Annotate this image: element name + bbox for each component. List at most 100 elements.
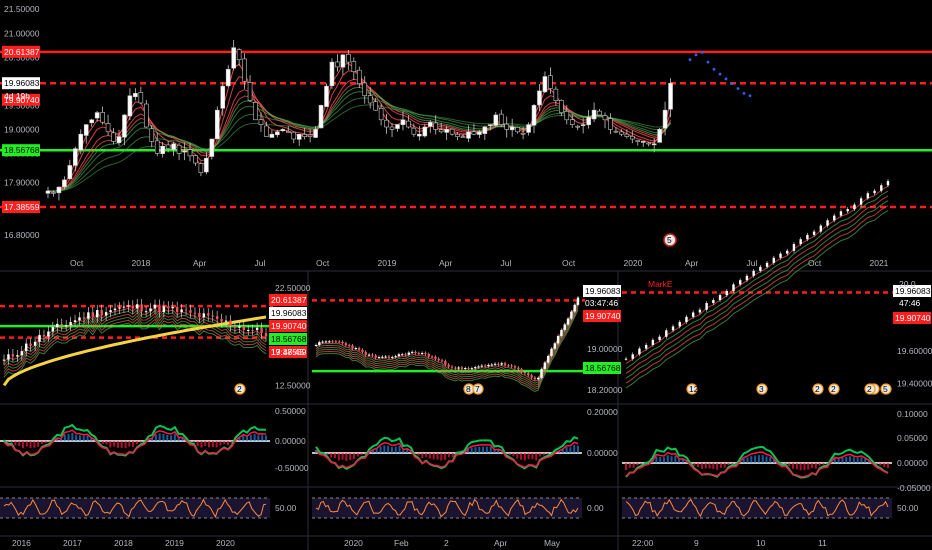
candle-body [187,149,193,157]
candle-body [559,99,564,113]
candle-body [7,354,10,360]
chart-canvas[interactable]: 21.5000021.0000020.5000019.5000019.00000… [0,0,932,550]
candle-body [247,329,250,331]
macd-histogram-bar [849,456,852,463]
candle-body [497,363,500,365]
macd-histogram-bar [333,453,336,458]
countdown-label: 03:47:46 [585,298,618,308]
x-tick-label: 2017 [63,538,82,548]
candle-body [404,354,407,356]
macd-histogram-bar [196,441,199,447]
candle-body [341,341,344,344]
candle-body [560,329,563,337]
macd-histogram-bar [731,463,734,465]
y-tick-label: 19.60000 [897,346,932,356]
macd-histogram-bar [109,441,112,448]
x-tick-label: Apr [193,258,206,268]
candle-body [438,129,444,133]
candle-body [455,133,460,137]
candle-body [335,61,340,68]
candle-body [488,124,493,126]
candle-body [334,341,338,343]
x-tick-label: 2018 [132,258,151,268]
candle-body [198,163,204,173]
level-tag-text: 18.56768 [271,334,307,344]
ema-line [315,303,579,386]
macd-histogram-bar [14,441,17,446]
candle-body [25,343,28,352]
macd-histogram-bar [799,463,802,471]
candle-body [553,88,559,101]
macd-histogram-bar [261,435,264,441]
candle-body [361,349,364,352]
candle-body [467,368,470,370]
candle-body [149,128,155,142]
macd-histogram-bar [25,441,28,447]
candle-body [340,54,346,68]
ema-line [47,97,671,192]
candle-body [384,356,387,358]
macd-histogram-bar [135,441,138,445]
level-tag: 19.90740 [583,310,621,322]
candle-body [548,75,553,89]
level-tag: 20.61387 [269,294,307,306]
candle-body [329,61,335,87]
macd-histogram-bar [383,445,386,453]
ema-line [625,205,889,384]
level-tag: 19.96083 [583,285,621,297]
candle-body [498,113,504,125]
event-badge-text: 2 [237,384,242,394]
candle-body [69,322,72,326]
ema-line [315,305,579,388]
macd-histogram-bar [246,436,249,441]
candle-body [786,250,789,254]
macd-histogram-bar [573,445,576,453]
candle-body [424,352,427,355]
level-tag: 19.90740 [269,320,307,332]
candle-body [251,329,254,331]
candle-body [752,270,755,276]
macd-histogram-bar [29,441,32,449]
ema-line [625,185,889,365]
macd-histogram-bar [44,441,47,444]
macd-histogram-bar [474,447,477,453]
candle-body [258,119,264,125]
x-tick-label: Jul [501,258,512,268]
candle-body [351,61,357,73]
event-badge-text: 123 [689,384,703,394]
forecast-point [700,51,704,54]
candle-body [591,109,597,120]
candle-body [111,132,116,142]
candle-body [566,318,570,325]
candle-body [447,364,450,367]
candle-body [62,179,67,188]
candle-body [873,190,876,194]
candle-body [422,126,428,137]
candle-body [473,367,477,369]
candle-body [182,150,187,153]
macd-histogram-bar [18,441,21,447]
candle-body [136,304,139,309]
candle-body [480,365,484,367]
candle-body [613,130,619,133]
candle-body [47,331,50,337]
candle-body [586,117,591,126]
macd-histogram-bar [215,441,218,448]
candle-body [444,361,447,365]
candle-body [886,181,890,186]
y-tick-label: 17.90000 [4,177,40,187]
candle-body [513,366,517,368]
candle-body [116,136,122,144]
x-tick-label: 2021 [870,258,889,268]
macd-histogram-bar [326,453,329,455]
candle-body [158,304,161,312]
macd-histogram-bar [200,441,203,448]
y-tick-label: 21.50000 [4,4,40,14]
forecast-point [724,77,728,81]
macd-histogram-bar [428,453,431,459]
candle-body [94,112,100,119]
ema-line [47,91,671,192]
candle-body [503,363,507,366]
candle-body [826,220,829,226]
candle-body [450,366,454,368]
